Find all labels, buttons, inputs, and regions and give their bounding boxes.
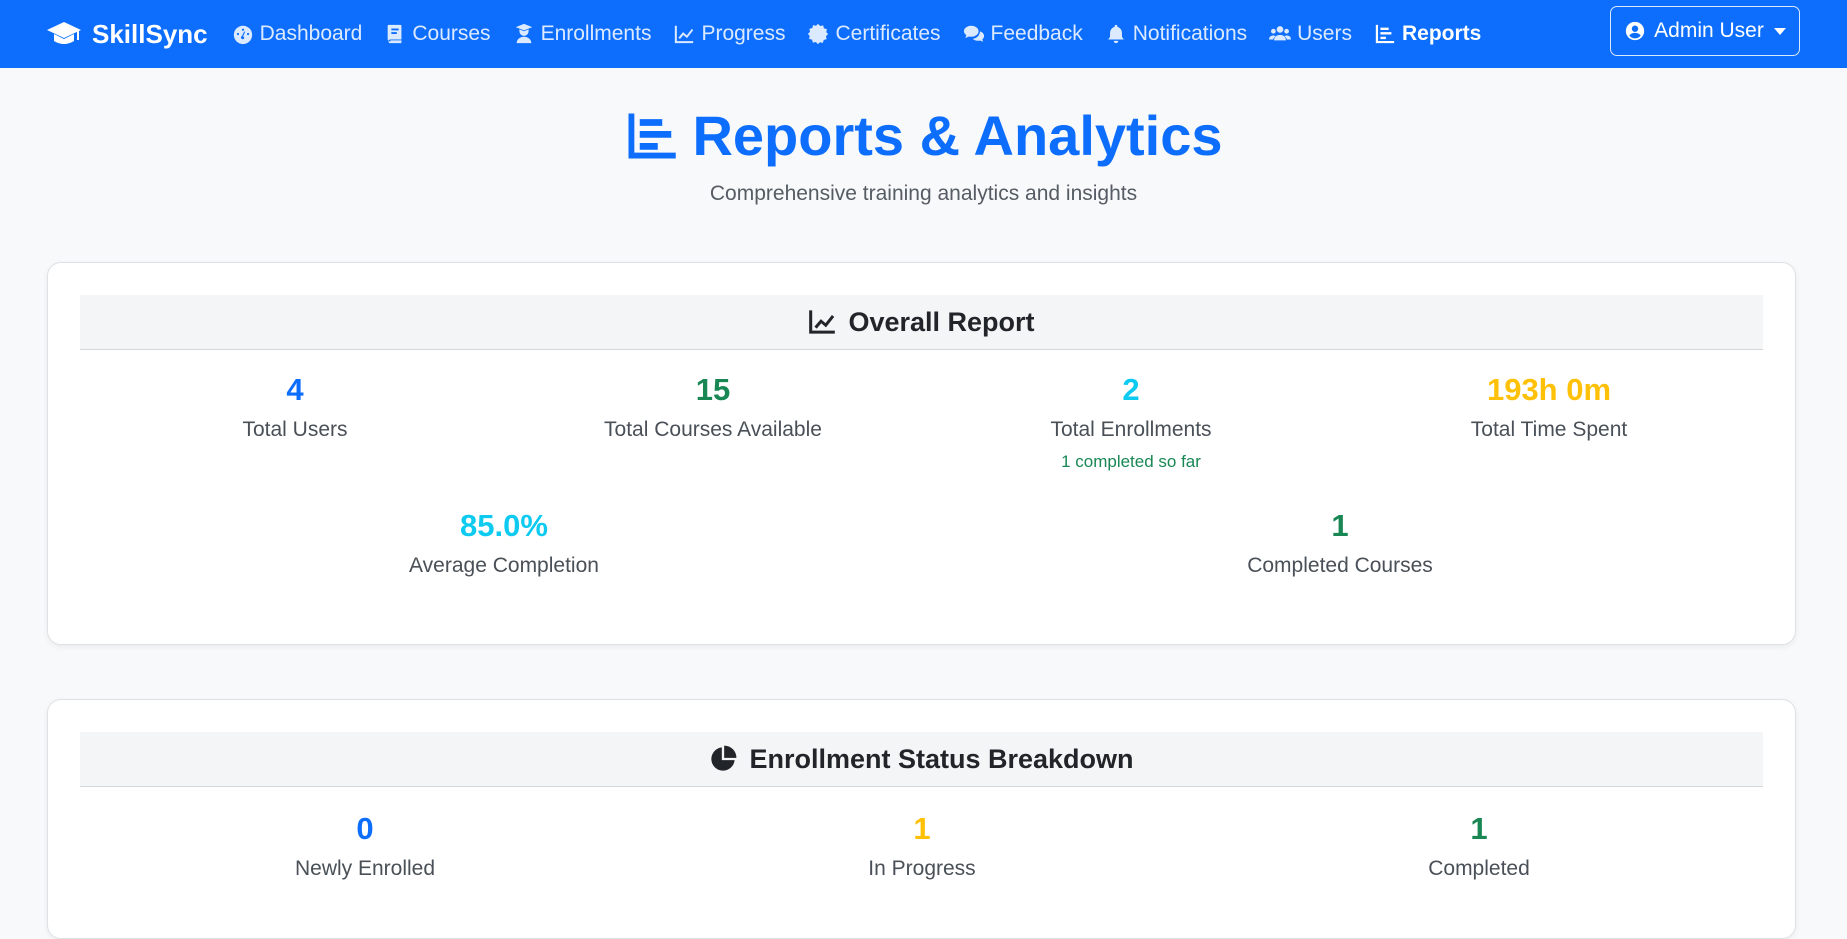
brand-link[interactable]: SkillSync [46,19,208,50]
stat-value: 15 [695,372,731,407]
stat-value: 1 [1470,811,1488,846]
nav-label: Certificates [835,22,941,45]
stat-label: Total Enrollments [1050,418,1212,441]
user-menu-dropdown[interactable]: Admin User [1610,6,1800,56]
overall-report-header: Overall Report [80,295,1763,350]
stat-value: 0 [356,811,374,846]
line-chart-icon [675,25,694,44]
nav-label: Notifications [1132,22,1248,45]
book-icon [388,24,402,44]
stat-label: Average Completion [409,554,599,577]
page-title-text: Reports & Analytics [692,104,1223,167]
caret-down-icon [1773,27,1786,35]
brand-name: SkillSync [92,18,208,49]
stat-value: 2 [1122,372,1140,407]
completed-note: 1 completed so far [1061,452,1201,471]
stat-label: Total Courses Available [604,418,822,441]
nav-label: Enrollments [540,22,652,45]
nav-label: Reports [1401,22,1482,45]
bar-chart-icon [628,113,677,159]
nav-item-courses[interactable]: Courses [384,22,491,46]
enrollment-status-header: Enrollment Status Breakdown [80,732,1763,787]
stat-total-users: 4 Total Users [242,371,347,442]
stat-total-courses: 15 Total Courses Available [604,371,822,442]
nav-item-progress[interactable]: Progress [673,22,785,46]
stat-completed: 1 Completed [1428,810,1530,881]
nav-label: Courses [412,22,491,45]
stat-total-enrollments: 2 Total Enrollments 1 completed so far [1050,371,1211,472]
stat-label: Completed [1428,857,1530,880]
nav-item-users[interactable]: Users [1269,22,1352,46]
overall-report-title: Overall Report [848,306,1035,337]
nav-menu: Dashboard Courses Enrollments Progress C… [232,22,1481,46]
top-navbar: SkillSync Dashboard Courses Enrollments … [0,0,1847,68]
nav-item-feedback[interactable]: Feedback [963,22,1083,46]
stat-average-completion: 85.0% Average Completion [409,507,599,578]
bell-icon [1107,24,1124,44]
page-title: Reports & Analytics [624,98,1223,174]
page-header: Reports & Analytics Comprehensive traini… [0,98,1847,206]
stat-value: 85.0% [460,508,548,543]
nav-item-dashboard[interactable]: Dashboard [232,22,363,46]
certificate-icon [808,23,829,45]
stat-newly-enrolled: 0 Newly Enrolled [295,810,435,881]
nav-item-enrollments[interactable]: Enrollments [513,22,652,46]
user-circle-icon [1625,21,1645,41]
nav-item-certificates[interactable]: Certificates [807,22,941,46]
stat-value: 1 [1331,508,1349,543]
nav-item-notifications[interactable]: Notifications [1105,22,1247,46]
stat-label: Newly Enrolled [294,857,436,880]
comments-icon [963,25,984,42]
user-graduate-icon [515,23,532,44]
overall-report-card: Overall Report 4 Total Users 15 Total Co… [47,262,1796,645]
bar-chart-icon [1375,24,1395,44]
nav-label: Users [1297,22,1352,45]
user-menu-label: Admin User [1654,19,1764,42]
users-icon [1269,26,1292,41]
nav-label: Dashboard [259,22,363,45]
stat-value: 193h 0m [1486,372,1612,407]
enrollment-status-title: Enrollment Status Breakdown [749,743,1134,774]
enrollment-status-card: Enrollment Status Breakdown 0 Newly Enro… [47,699,1796,939]
stat-label: In Progress [868,857,976,880]
line-chart-icon [809,310,836,334]
stat-completed-courses: 1 Completed Courses [1247,507,1433,578]
stat-label: Total Users [242,418,348,441]
nav-label: Progress [701,22,786,45]
nav-label: Feedback [990,22,1083,45]
graduation-cap-icon [47,22,81,44]
stat-total-time-spent: 193h 0m Total Time Spent [1471,371,1627,442]
pie-chart-icon [711,745,737,771]
gauge-icon [233,25,252,45]
stat-value: 4 [286,372,304,407]
nav-item-reports[interactable]: Reports [1374,22,1481,46]
stat-label: Completed Courses [1247,554,1433,577]
stat-in-progress: 1 In Progress [868,810,975,881]
page-subtitle: Comprehensive training analytics and ins… [709,182,1138,205]
stat-label: Total Time Spent [1470,418,1628,441]
stat-value: 1 [913,811,931,846]
